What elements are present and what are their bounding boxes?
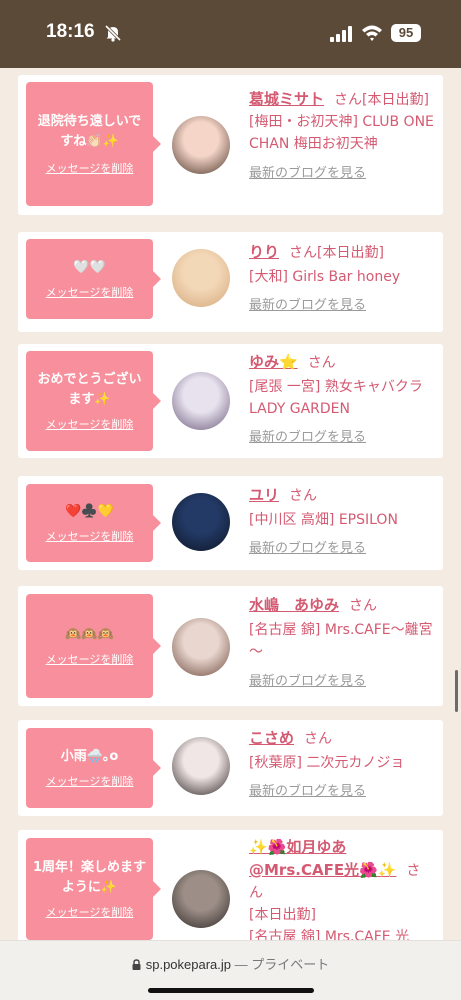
latest-blog-link[interactable]: 最新のブログを見る [249, 538, 437, 560]
cast-name-link[interactable]: 水嶋 あゆみ [249, 596, 339, 614]
status-bar: 18:16 95 [0, 0, 461, 68]
detail-text: [本日出勤] [317, 245, 384, 261]
delete-message-link[interactable]: メッセージを削除 [46, 773, 134, 789]
home-indicator[interactable] [148, 988, 314, 993]
san-label: さん [304, 731, 333, 747]
avatar[interactable] [172, 372, 230, 430]
delete-message-link[interactable]: メッセージを削除 [46, 904, 134, 920]
latest-blog-link[interactable]: 最新のブログを見る [249, 163, 437, 185]
shop-detail: [秋葉原] 二次元カノジョ [249, 755, 405, 771]
cast-name-link[interactable]: りり [249, 243, 279, 261]
cast-name-link[interactable]: ユリ [249, 486, 279, 504]
message-text: 小雨🌧️｡o [60, 749, 119, 764]
latest-blog-link[interactable]: 最新のブログを見る [249, 671, 437, 693]
detail-text: [本日出勤] [362, 92, 429, 108]
status-time: 18:16 [46, 21, 95, 42]
delete-message-link[interactable]: メッセージを削除 [46, 651, 134, 667]
message-bubble: 🙉🙉🙉 メッセージを削除 [26, 594, 161, 698]
latest-blog-link[interactable]: 最新のブログを見る [249, 295, 437, 317]
wifi-icon [362, 25, 382, 41]
avatar[interactable] [172, 737, 230, 795]
message-bubble: 🤍🤍 メッセージを削除 [26, 239, 161, 319]
message-card: ❤️♣️💛 メッセージを削除 ユリ さん [中川区 高畑] EPSILON 最新の… [18, 476, 443, 570]
message-text: ❤️♣️💛 [65, 504, 114, 519]
delete-message-link[interactable]: メッセージを削除 [46, 160, 134, 176]
avatar[interactable] [172, 618, 230, 676]
browser-bottom-bar: sp.pokepara.jp — プライベート [0, 940, 461, 1000]
message-bubble: おめでとうございます✨ メッセージを削除 [26, 351, 161, 451]
avatar[interactable] [172, 249, 230, 307]
shop-detail: [名古屋 錦] Mrs.CAFE～離宮～ [249, 622, 433, 660]
bell-slash-icon [104, 24, 122, 42]
avatar[interactable] [172, 870, 230, 928]
cast-name-link[interactable]: ✨🌺如月ゆあ@Mrs.CAFE光🌺✨ [249, 838, 396, 879]
message-bubble: 小雨🌧️｡o メッセージを削除 [26, 728, 161, 808]
delete-message-link[interactable]: メッセージを削除 [46, 528, 134, 544]
message-bubble: ❤️♣️💛 メッセージを削除 [26, 484, 161, 562]
san-label: さん [349, 598, 378, 614]
san-label: さん [289, 488, 318, 504]
shop-detail: [梅田・お初天神] CLUB ONE CHAN 梅田お初天神 [249, 114, 434, 152]
avatar[interactable] [172, 493, 230, 551]
shop-detail: [名古屋 錦] Mrs.CAFE 光 [249, 929, 410, 940]
san-label: さん [334, 92, 363, 108]
message-card: 1周年！楽しめますように✨ メッセージを削除 ✨🌺如月ゆあ@Mrs.CAFE光🌺… [18, 830, 443, 940]
message-card: 小雨🌧️｡o メッセージを削除 こさめ さん [秋葉原] 二次元カノジョ 最新のブ… [18, 720, 443, 816]
message-text: おめでとうございます✨ [37, 372, 142, 407]
san-label: さん [307, 355, 336, 371]
delete-message-link[interactable]: メッセージを削除 [46, 284, 134, 300]
url-text: sp.pokepara.jp [145, 957, 232, 972]
delete-message-link[interactable]: メッセージを削除 [46, 416, 134, 432]
cast-name-link[interactable]: 葛城ミサト [249, 90, 324, 108]
message-card: おめでとうございます✨ メッセージを削除 ゆみ⭐️ さん [尾張 一宮] 熟女キャ… [18, 344, 443, 458]
latest-blog-link[interactable]: 最新のブログを見る [249, 781, 437, 803]
san-label: さん [289, 245, 318, 261]
signal-icon [330, 26, 352, 42]
battery-indicator: 95 [391, 24, 421, 42]
shop-detail: [尾張 一宮] 熟女キャバクラ LADY GARDEN [249, 379, 423, 417]
url-bar[interactable]: sp.pokepara.jp — プライベート [0, 954, 461, 973]
detail-text: [本日出勤] [249, 907, 316, 923]
message-bubble: 退院待ち遠しいですね👏🏻✨ メッセージを削除 [26, 82, 161, 206]
message-card: 🙉🙉🙉 メッセージを削除 水嶋 あゆみ さん [名古屋 錦] Mrs.CAFE～離… [18, 586, 443, 706]
message-card: 退院待ち遠しいですね👏🏻✨ メッセージを削除 葛城ミサト さん[本日出勤] [梅田… [18, 75, 443, 215]
cast-name-link[interactable]: ゆみ⭐️ [249, 353, 298, 371]
url-separator: — [231, 957, 252, 972]
message-text: 1周年！楽しめますように✨ [32, 860, 147, 895]
private-label: プライベート [251, 957, 330, 972]
message-text: 退院待ち遠しいですね👏🏻✨ [37, 114, 142, 149]
message-text: 🙉🙉🙉 [65, 627, 114, 642]
message-list[interactable]: 退院待ち遠しいですね👏🏻✨ メッセージを削除 葛城ミサト さん[本日出勤] [梅田… [0, 68, 461, 940]
avatar[interactable] [172, 116, 230, 174]
scroll-indicator[interactable] [455, 670, 458, 712]
latest-blog-link[interactable]: 最新のブログを見る [249, 427, 437, 449]
lock-icon [132, 959, 141, 970]
shop-detail: [中川区 高畑] EPSILON [249, 512, 398, 528]
cast-name-link[interactable]: こさめ [249, 729, 294, 747]
message-bubble: 1周年！楽しめますように✨ メッセージを削除 [26, 838, 161, 940]
message-card: 🤍🤍 メッセージを削除 りり さん[本日出勤] [大和] Girls Bar ho… [18, 232, 443, 332]
shop-detail: [大和] Girls Bar honey [249, 269, 401, 285]
message-text: 🤍🤍 [73, 260, 106, 275]
